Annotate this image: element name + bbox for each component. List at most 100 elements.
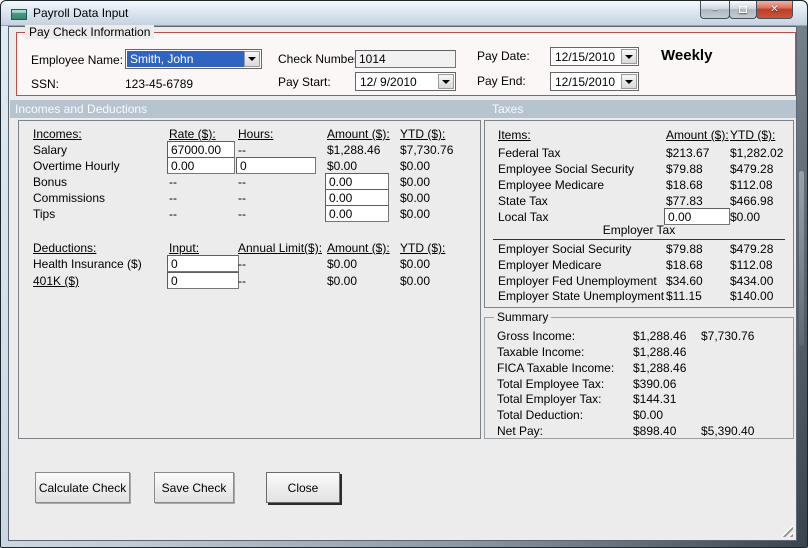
summary-amount: $1,288.46 (633, 361, 687, 375)
401k-link[interactable]: 401K ($) (33, 273, 79, 289)
calculate-check-button[interactable]: Calculate Check (35, 472, 130, 503)
tax-ytd: $140.00 (730, 289, 774, 303)
bonus-amount-input[interactable] (325, 173, 389, 190)
summary-label: Total Employer Tax: (497, 392, 602, 406)
pay-date-value: 12/15/2010 (555, 50, 616, 64)
tax-ytd: $112.08 (730, 178, 773, 192)
pay-start-value: 12/ 9/2010 (360, 75, 417, 89)
tax-label: Employee Medicare (498, 178, 605, 192)
employee-name-combobox[interactable]: Smith, John (125, 49, 262, 69)
income-row-overtime: Overtime Hourly $0.00 $0.00 (19, 157, 480, 174)
deductions-header-row: Deductions: Input: Annual Limit($): Amou… (19, 240, 480, 256)
titlebar[interactable]: Payroll Data Input (1, 1, 807, 26)
summary-amount: $0.00 (633, 408, 664, 422)
pay-end-datepicker[interactable]: 12/15/2010 (550, 72, 639, 91)
income-rate: -- (169, 207, 177, 221)
deduction-ytd: $0.00 (400, 274, 431, 288)
deduction-limit: -- (238, 257, 246, 271)
deduction-amount: $0.00 (327, 257, 358, 271)
close-button[interactable]: Close (266, 472, 340, 503)
maximize-button[interactable] (729, 1, 757, 19)
employee-name-value: Smith, John (127, 51, 244, 67)
summary-label: Gross Income: (497, 329, 576, 343)
tax-row-employer-fed-unemp: Employer Fed Unemployment $34.60 $434.00 (485, 273, 793, 289)
commissions-amount-input[interactable] (325, 189, 389, 206)
tax-amount: $18.68 (666, 178, 703, 192)
salary-rate-input[interactable] (167, 141, 235, 158)
tax-amount: $79.88 (666, 162, 703, 176)
summary-row-net-pay: Net Pay: $898.40 $5,390.40 (485, 423, 793, 439)
overtime-rate-input[interactable] (167, 157, 235, 174)
close-icon: ✕ (770, 4, 779, 15)
section-header-bar: Incomes and Deductions Taxes (10, 100, 796, 118)
client-area: Pay Check Information Employee Name: Smi… (8, 25, 797, 541)
ytd-col-header: YTD ($): (730, 128, 776, 142)
amount-col-header: Amount ($): (666, 128, 729, 142)
tips-amount-input[interactable] (325, 205, 389, 222)
summary-ytd: $5,390.40 (701, 424, 755, 438)
pay-start-dropdown-button[interactable] (438, 74, 454, 89)
rate-col-header: Rate ($): (169, 127, 216, 141)
check-number-field[interactable] (355, 50, 456, 68)
income-ytd: $0.00 (400, 207, 431, 221)
summary-label: Total Employee Tax: (497, 377, 605, 391)
incomes-deductions-panel: Incomes: Rate ($): Hours: Amount ($): YT… (18, 120, 481, 439)
chevron-down-icon (625, 54, 633, 59)
employer-tax-divider (493, 239, 785, 240)
tax-label: State Tax (498, 194, 548, 208)
deduction-limit: -- (238, 274, 246, 288)
save-check-button[interactable]: Save Check (154, 472, 234, 503)
chevron-down-icon (248, 57, 256, 61)
tax-ytd: $479.28 (730, 242, 774, 256)
income-label: Salary (33, 143, 68, 157)
payroll-window: Payroll Data Input – ✕ Pay Check Informa… (0, 0, 808, 548)
minimize-button[interactable]: – (700, 1, 730, 19)
pay-date-dropdown-button[interactable] (621, 49, 637, 64)
summary-amount: $390.06 (633, 377, 677, 391)
incomes-header-row: Incomes: Rate ($): Hours: Amount ($): YT… (19, 126, 480, 142)
app-icon (11, 9, 27, 20)
close-window-button[interactable]: ✕ (756, 1, 793, 19)
401k-input[interactable] (167, 272, 239, 289)
deduction-amount: $0.00 (327, 274, 358, 288)
summary-row-gross: Gross Income: $1,288.46 $7,730.76 (485, 328, 793, 344)
overtime-hours-input[interactable] (236, 157, 316, 174)
tax-label: Employer Fed Unemployment (498, 274, 657, 288)
pay-date-datepicker[interactable]: 12/15/2010 (550, 47, 639, 66)
employee-name-dropdown-button[interactable] (244, 51, 260, 67)
ytd-col-header: YTD ($): (400, 241, 446, 255)
summary-row-total-employer-tax: Total Employer Tax: $144.31 (485, 391, 793, 407)
tax-row-state: State Tax $77.83 $466.98 (485, 193, 793, 209)
pay-end-label: Pay End: (477, 74, 526, 88)
amount-col-header: Amount ($): (327, 127, 390, 141)
tax-amount: $18.68 (666, 258, 703, 272)
health-insurance-input[interactable] (167, 255, 239, 272)
deduction-row-health: Health Insurance ($) -- $0.00 $0.00 (19, 255, 480, 272)
tax-row-emp-medicare: Employee Medicare $18.68 $112.08 (485, 177, 793, 193)
summary-row-total-employee-tax: Total Employee Tax: $390.06 (485, 376, 793, 392)
tax-ytd: $434.00 (730, 274, 774, 288)
ssn-label: SSN: (31, 77, 60, 91)
income-ytd: $0.00 (400, 175, 431, 189)
summary-group: Summary Gross Income: $1,288.46 $7,730.7… (484, 310, 794, 439)
income-rate: -- (169, 191, 177, 205)
window-title: Payroll Data Input (33, 6, 129, 20)
tax-label: Employer Social Security (498, 242, 632, 256)
deductions-col-header: Deductions: (33, 241, 97, 255)
summary-label: Total Deduction: (497, 408, 584, 422)
pay-end-dropdown-button[interactable] (621, 74, 637, 89)
annual-limit-col-header: Annual Limit($): (238, 241, 323, 255)
summary-label: FICA Taxable Income: (497, 361, 615, 375)
income-hours: -- (238, 143, 246, 157)
tax-row-federal: Federal Tax $213.67 $1,282.02 (485, 145, 793, 161)
pay-start-datepicker[interactable]: 12/ 9/2010 (355, 72, 456, 91)
income-label: Overtime Hourly (33, 159, 120, 173)
deduction-label: Health Insurance ($) (33, 257, 142, 271)
income-amount: $1,288.46 (327, 143, 381, 157)
pay-start-label: Pay Start: (278, 75, 331, 89)
incomes-deductions-header: Incomes and Deductions (15, 102, 148, 116)
summary-group-title: Summary (494, 310, 552, 324)
resize-grip[interactable] (780, 524, 793, 537)
summary-ytd: $7,730.76 (701, 329, 755, 343)
tax-label: Federal Tax (498, 146, 561, 160)
